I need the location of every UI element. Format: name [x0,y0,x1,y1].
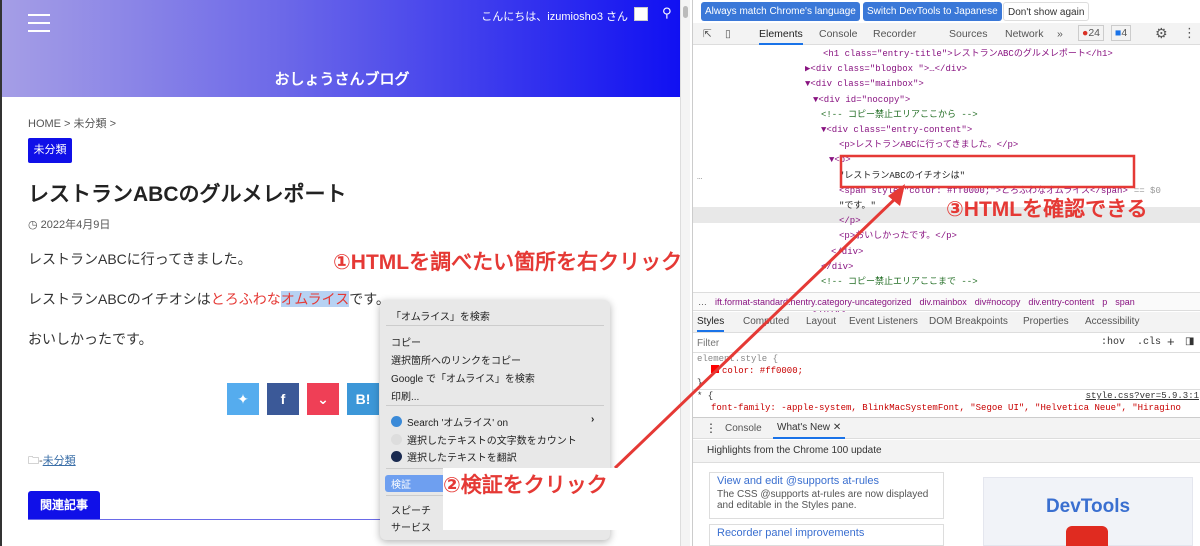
step2-annotation: ②検証をクリック [443,474,608,497]
highlight-box [839,154,1136,189]
step1-annotation: ①HTMLを調べたい箇所を右クリック [333,251,683,274]
step3-annotation: ③HTMLを確認できる [946,198,1148,221]
arrow-line [613,194,900,470]
